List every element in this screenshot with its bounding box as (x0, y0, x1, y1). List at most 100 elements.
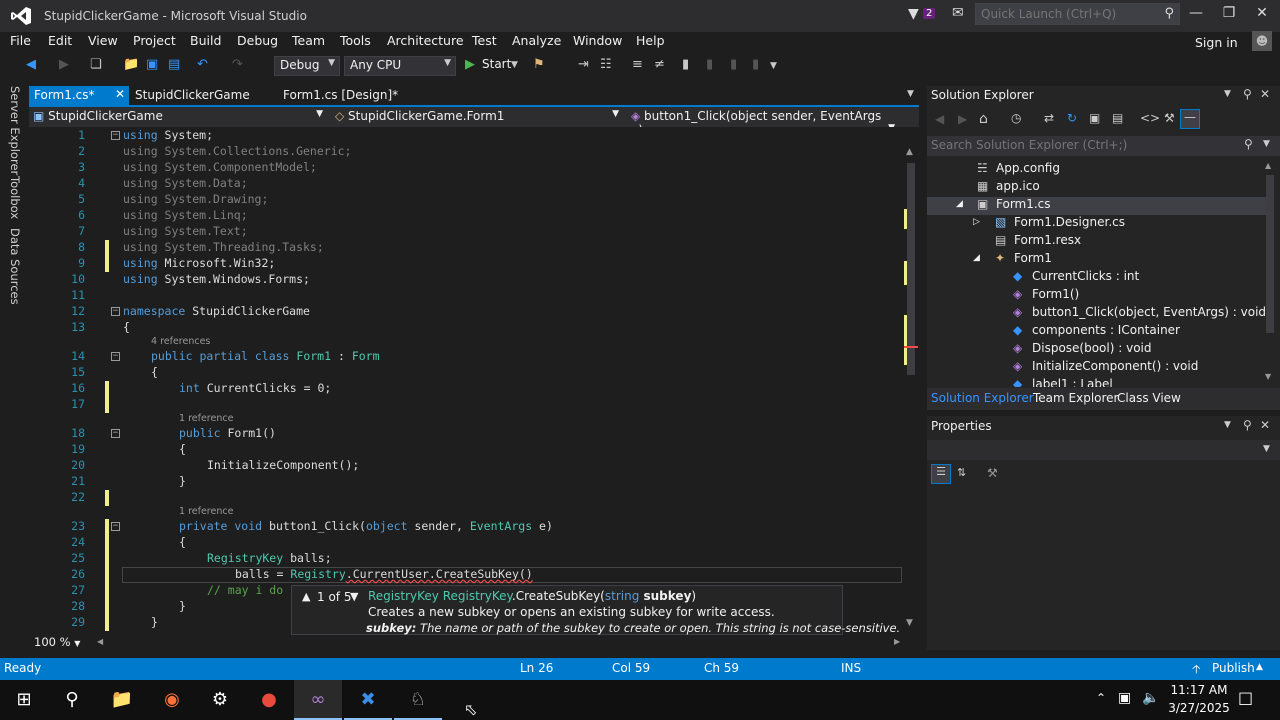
solution-platform-dropdown[interactable]: Any CPU ▼ (344, 56, 456, 76)
view-code-icon[interactable]: <> (1140, 111, 1160, 125)
menu-project[interactable]: Project (133, 33, 176, 48)
preview-selected-icon[interactable]: — (1180, 109, 1200, 129)
menu-view[interactable]: View (88, 33, 118, 48)
tree-item-button1-click[interactable]: ◈ button1_Click(object, EventArgs) : void (927, 305, 1267, 323)
navigate-forward-icon[interactable]: ▶ (59, 57, 69, 72)
code-line[interactable]: } (151, 615, 158, 629)
menu-analyze[interactable]: Analyze (512, 33, 561, 48)
chevron-up-icon[interactable]: ⌃ (1096, 691, 1106, 705)
code-line[interactable]: balls = Registry.CurrentUser.CreateSubKe… (235, 567, 533, 581)
properties-wrench-icon[interactable]: ⚒ (1164, 111, 1175, 125)
search-icon[interactable]: ⚲ (1244, 137, 1253, 151)
zoom-level[interactable]: 100 % ▼ (34, 635, 80, 649)
uncomment-icon[interactable]: ≠ (654, 57, 665, 72)
notifications-flag-icon[interactable]: ▼ (908, 6, 919, 22)
restore-button[interactable]: ❐ (1215, 5, 1243, 25)
scroll-down-icon[interactable]: ▼ (906, 618, 913, 628)
toolbox-tab[interactable]: Toolbox (8, 176, 22, 219)
code-line[interactable]: using System.ComponentModel; (123, 160, 317, 174)
feedback-icon[interactable]: ✉ (952, 5, 964, 21)
start-play-icon[interactable]: ▶ (465, 57, 475, 72)
minimize-button[interactable]: — (1182, 5, 1210, 25)
code-line[interactable]: // may i do (207, 583, 283, 597)
code-line[interactable]: private void button1_Click(object sender… (179, 519, 553, 533)
scroll-thumb[interactable] (1266, 175, 1274, 333)
clock-date[interactable]: 3/27/2025 (1167, 701, 1231, 715)
quick-launch-box[interactable]: ⚲ (975, 3, 1180, 25)
code-line[interactable]: using System.Data; (123, 176, 248, 190)
next-bookmark-icon[interactable]: ▮ (730, 57, 737, 72)
previous-overload-icon[interactable]: ▲ (302, 590, 310, 603)
undo-icon[interactable]: ↶ (197, 57, 208, 72)
visual-studio-taskbar-icon[interactable]: ∞ (294, 680, 342, 720)
settings-gear-icon[interactable]: ⚙ (196, 680, 244, 720)
start-debugging-button[interactable]: Start (482, 57, 511, 71)
type-dropdown[interactable]: ◇ StupidClickerGame.Form1 ▼ (331, 108, 623, 126)
code-line[interactable]: { (151, 365, 158, 379)
code-line[interactable]: using System.Text; (123, 224, 248, 238)
code-line[interactable]: using System.Threading.Tasks; (123, 240, 324, 254)
scroll-right-icon[interactable]: ▶ (894, 637, 900, 646)
quick-launch-input[interactable] (976, 4, 1156, 24)
notifications-icon[interactable]: □ (1238, 688, 1253, 707)
tab-team-explorer[interactable]: Team Explorer (1033, 391, 1119, 405)
publish-up-icon[interactable]: 🡡 (1192, 660, 1201, 681)
scroll-down-icon[interactable]: ▼ (1265, 372, 1271, 381)
forward-icon[interactable]: ▶ (958, 112, 967, 126)
expanded-arrow-icon[interactable]: ◢ (956, 199, 963, 209)
sync-icon[interactable]: ⇄ (1044, 111, 1054, 125)
collapse-icon[interactable]: − (111, 307, 120, 316)
app-taskbar-icon-2[interactable]: ♘ (394, 680, 442, 720)
tree-item-form1-designer[interactable]: ▷ ▧ Form1.Designer.cs (927, 215, 1267, 233)
pin-icon[interactable]: ⚲ (1243, 87, 1252, 101)
tab-solution-explorer[interactable]: Solution Explorer (931, 391, 1034, 405)
sign-in-link[interactable]: Sign in (1195, 35, 1238, 50)
chevron-up-icon[interactable]: ▲ (1256, 662, 1263, 672)
scroll-up-icon[interactable]: ▲ (1265, 161, 1271, 170)
clock-time[interactable]: 11:17 AM (1170, 683, 1228, 697)
collapse-icon[interactable]: − (111, 522, 120, 531)
code-line[interactable]: using Microsoft.Win32; (123, 256, 275, 270)
data-sources-tab[interactable]: Data Sources (8, 228, 22, 305)
redo-icon[interactable]: ↷ (232, 57, 243, 72)
volume-icon[interactable]: 🔈 (1142, 690, 1159, 706)
step-icon[interactable]: ⇥ (578, 57, 589, 72)
home-icon[interactable]: ⌂ (979, 111, 988, 127)
close-window-button[interactable]: ✕ (1248, 5, 1276, 25)
show-all-files-icon[interactable]: ▤ (1112, 111, 1123, 125)
refresh-icon[interactable]: ↻ (1067, 111, 1077, 125)
prev-bookmark-icon[interactable]: ▮ (706, 57, 713, 72)
new-project-icon[interactable]: ❏ (90, 57, 102, 72)
collapse-icon[interactable]: − (111, 352, 120, 361)
tree-item-form1-cs[interactable]: ◢ ▣ Form1.cs (927, 197, 1267, 215)
code-line[interactable]: } (179, 599, 186, 613)
code-line[interactable]: { (179, 442, 186, 456)
code-line[interactable]: int CurrentClicks = 0; (179, 381, 331, 395)
scroll-left-icon[interactable]: ◀ (97, 637, 103, 646)
windows-start-icon[interactable]: ⊞ (0, 680, 48, 720)
app-taskbar-icon[interactable]: ✖ (344, 680, 392, 720)
publish-button[interactable]: Publish (1212, 661, 1255, 675)
code-line[interactable]: using System.Linq; (123, 208, 248, 222)
menu-tools[interactable]: Tools (340, 33, 371, 48)
save-icon[interactable]: ▣ (146, 57, 158, 72)
code-line[interactable]: namespace StupidClickerGame (123, 304, 310, 318)
comment-icon[interactable]: ≡ (632, 57, 643, 72)
code-editor[interactable]: 1− using System; 2 using System.Collection… (29, 127, 904, 632)
close-icon[interactable]: ✕ (1260, 418, 1270, 432)
network-icon[interactable]: ▣ (1118, 690, 1131, 706)
account-icon[interactable]: ☻ (1252, 31, 1272, 51)
codelens-references[interactable]: 4 references (151, 336, 210, 348)
tree-item-form1-ctor[interactable]: ◈ Form1() (927, 287, 1267, 305)
property-pages-icon[interactable]: ⚒ (987, 466, 998, 480)
tab-list-dropdown-icon[interactable]: ▼ (907, 89, 914, 99)
code-line[interactable]: public partial class Form1 : Form (151, 349, 380, 363)
code-line[interactable]: InitializeComponent(); (207, 458, 359, 472)
codelens-references[interactable]: 1 reference (179, 506, 233, 518)
tree-item-initializecomponent[interactable]: ◈ InitializeComponent() : void (927, 359, 1267, 377)
project-dropdown[interactable]: ▣ StupidClickerGame ▼ (29, 108, 327, 126)
tab-form1-cs[interactable]: Form1.cs* ✕ (29, 86, 129, 105)
find-in-files-icon[interactable]: ⚑ (533, 57, 545, 72)
bookmark-icon[interactable]: ▮ (682, 57, 689, 72)
code-line[interactable]: { (179, 535, 186, 549)
